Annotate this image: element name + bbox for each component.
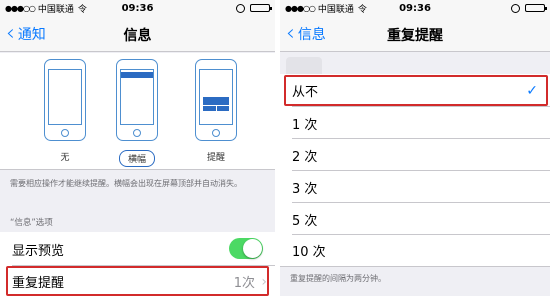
show-preview-label: 显示预览 [12,243,65,259]
battery-icon [525,4,547,12]
phone-alert-icon [195,59,237,141]
repeat-option-row[interactable]: 3 次 [280,171,550,203]
battery-icon [250,4,272,12]
section-header: “信息”选项 [10,218,53,228]
repeat-option-row[interactable]: 2 次 [280,139,550,171]
repeat-option-row[interactable]: 5 次 [280,203,550,235]
clock: 09:36 [399,2,431,14]
back-button-label: 信息 [297,27,326,43]
show-preview-toggle[interactable] [229,238,263,259]
chevron-left-icon: ‹ [6,21,15,46]
repeat-option-label: 3 次 [292,181,318,197]
alert-style-label: 无 [60,153,70,163]
status-bar: ●●●○○ 中国联通 令 09:36 [0,0,275,16]
repeat-option-label: 5 次 [292,213,318,229]
chevron-right-icon: › [261,273,267,290]
repeat-alerts-label: 重复提醒 [12,276,65,291]
navigation-bar: ‹ 信息 重复提醒 [280,16,550,52]
back-button[interactable]: ‹ 通知 [6,21,46,46]
repeat-alerts-value: 1次 [233,276,255,291]
phone-none-icon [44,59,86,141]
repeat-option-row[interactable]: 1 次 [280,107,550,139]
status-bar: ●●●○○ 中国联通 令 09:36 [280,0,550,16]
back-button-label: 通知 [17,27,46,43]
repeat-option-label: 1 次 [292,117,318,133]
clock: 09:36 [121,2,154,14]
alert-style-label: 横幅 [118,150,155,167]
phone-banner-icon [116,59,158,141]
alert-style-picker: 无 横幅 提醒 [0,53,275,170]
navigation-bar: ‹ 通知 信息 [0,16,275,52]
repeat-alerts-row[interactable]: 重复提醒 1次 › [0,266,275,296]
alert-style-footnote: 需要相应操作才能继续提醒。横幅会出现在屏幕顶部并自动消失。 [10,179,242,188]
repeat-option-row[interactable]: 从不 ✓ [280,74,550,107]
repeat-option-row[interactable]: 10 次 [280,235,550,267]
back-button[interactable]: ‹ 信息 [286,21,326,46]
chevron-left-icon: ‹ [286,21,295,46]
repeat-option-label: 10 次 [292,245,326,260]
alert-style-alert[interactable]: 提醒 [191,59,241,164]
repeat-option-label: 从不 [292,85,319,100]
checkmark-icon: ✓ [526,82,538,99]
alert-style-banner[interactable]: 横幅 [112,59,162,167]
alert-style-none[interactable]: 无 [40,59,90,164]
repeat-alerts-screen: ●●●○○ 中国联通 令 09:36 ‹ 信息 重复提醒 从不 ✓ 1 次 2 … [280,0,550,296]
messages-settings-screen: ●●●○○ 中国联通 令 09:36 ‹ 通知 信息 无 横幅 提醒 需要相应操… [0,0,275,296]
show-preview-row: 显示预览 [0,232,275,266]
repeat-alerts-footnote: 重复提醒的间隔为两分钟。 [290,274,386,283]
alert-style-label: 提醒 [206,153,225,163]
repeat-option-label: 2 次 [292,149,318,165]
